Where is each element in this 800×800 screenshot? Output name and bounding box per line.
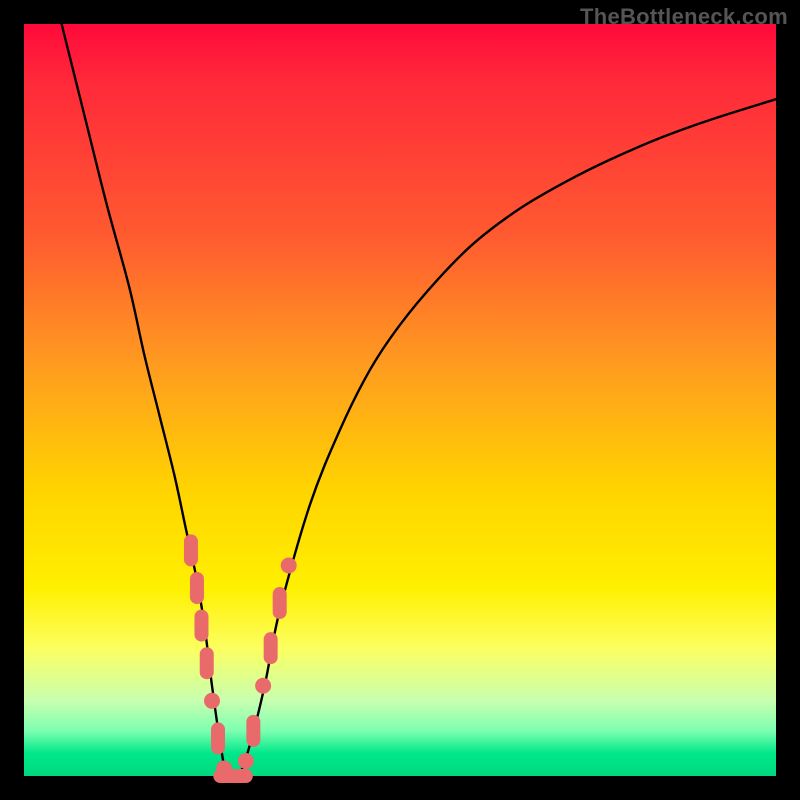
watermark-label: TheBottleneck.com [580, 4, 788, 30]
marker-point-14 [281, 557, 297, 573]
marker-point-10 [246, 715, 260, 747]
marker-point-9 [238, 753, 254, 769]
marker-point-5 [211, 722, 225, 754]
bottleneck-chart [24, 24, 776, 776]
marker-point-8 [221, 769, 253, 783]
series-bottleneck-curve [62, 24, 776, 780]
marker-point-12 [264, 632, 278, 664]
marker-layer [184, 534, 297, 783]
marker-point-4 [204, 693, 220, 709]
marker-point-13 [273, 587, 287, 619]
marker-point-11 [255, 678, 271, 694]
marker-point-0 [184, 534, 198, 566]
marker-point-2 [194, 610, 208, 642]
chart-area [24, 24, 776, 776]
curve-layer [62, 24, 776, 780]
marker-point-3 [200, 647, 214, 679]
marker-point-1 [190, 572, 204, 604]
